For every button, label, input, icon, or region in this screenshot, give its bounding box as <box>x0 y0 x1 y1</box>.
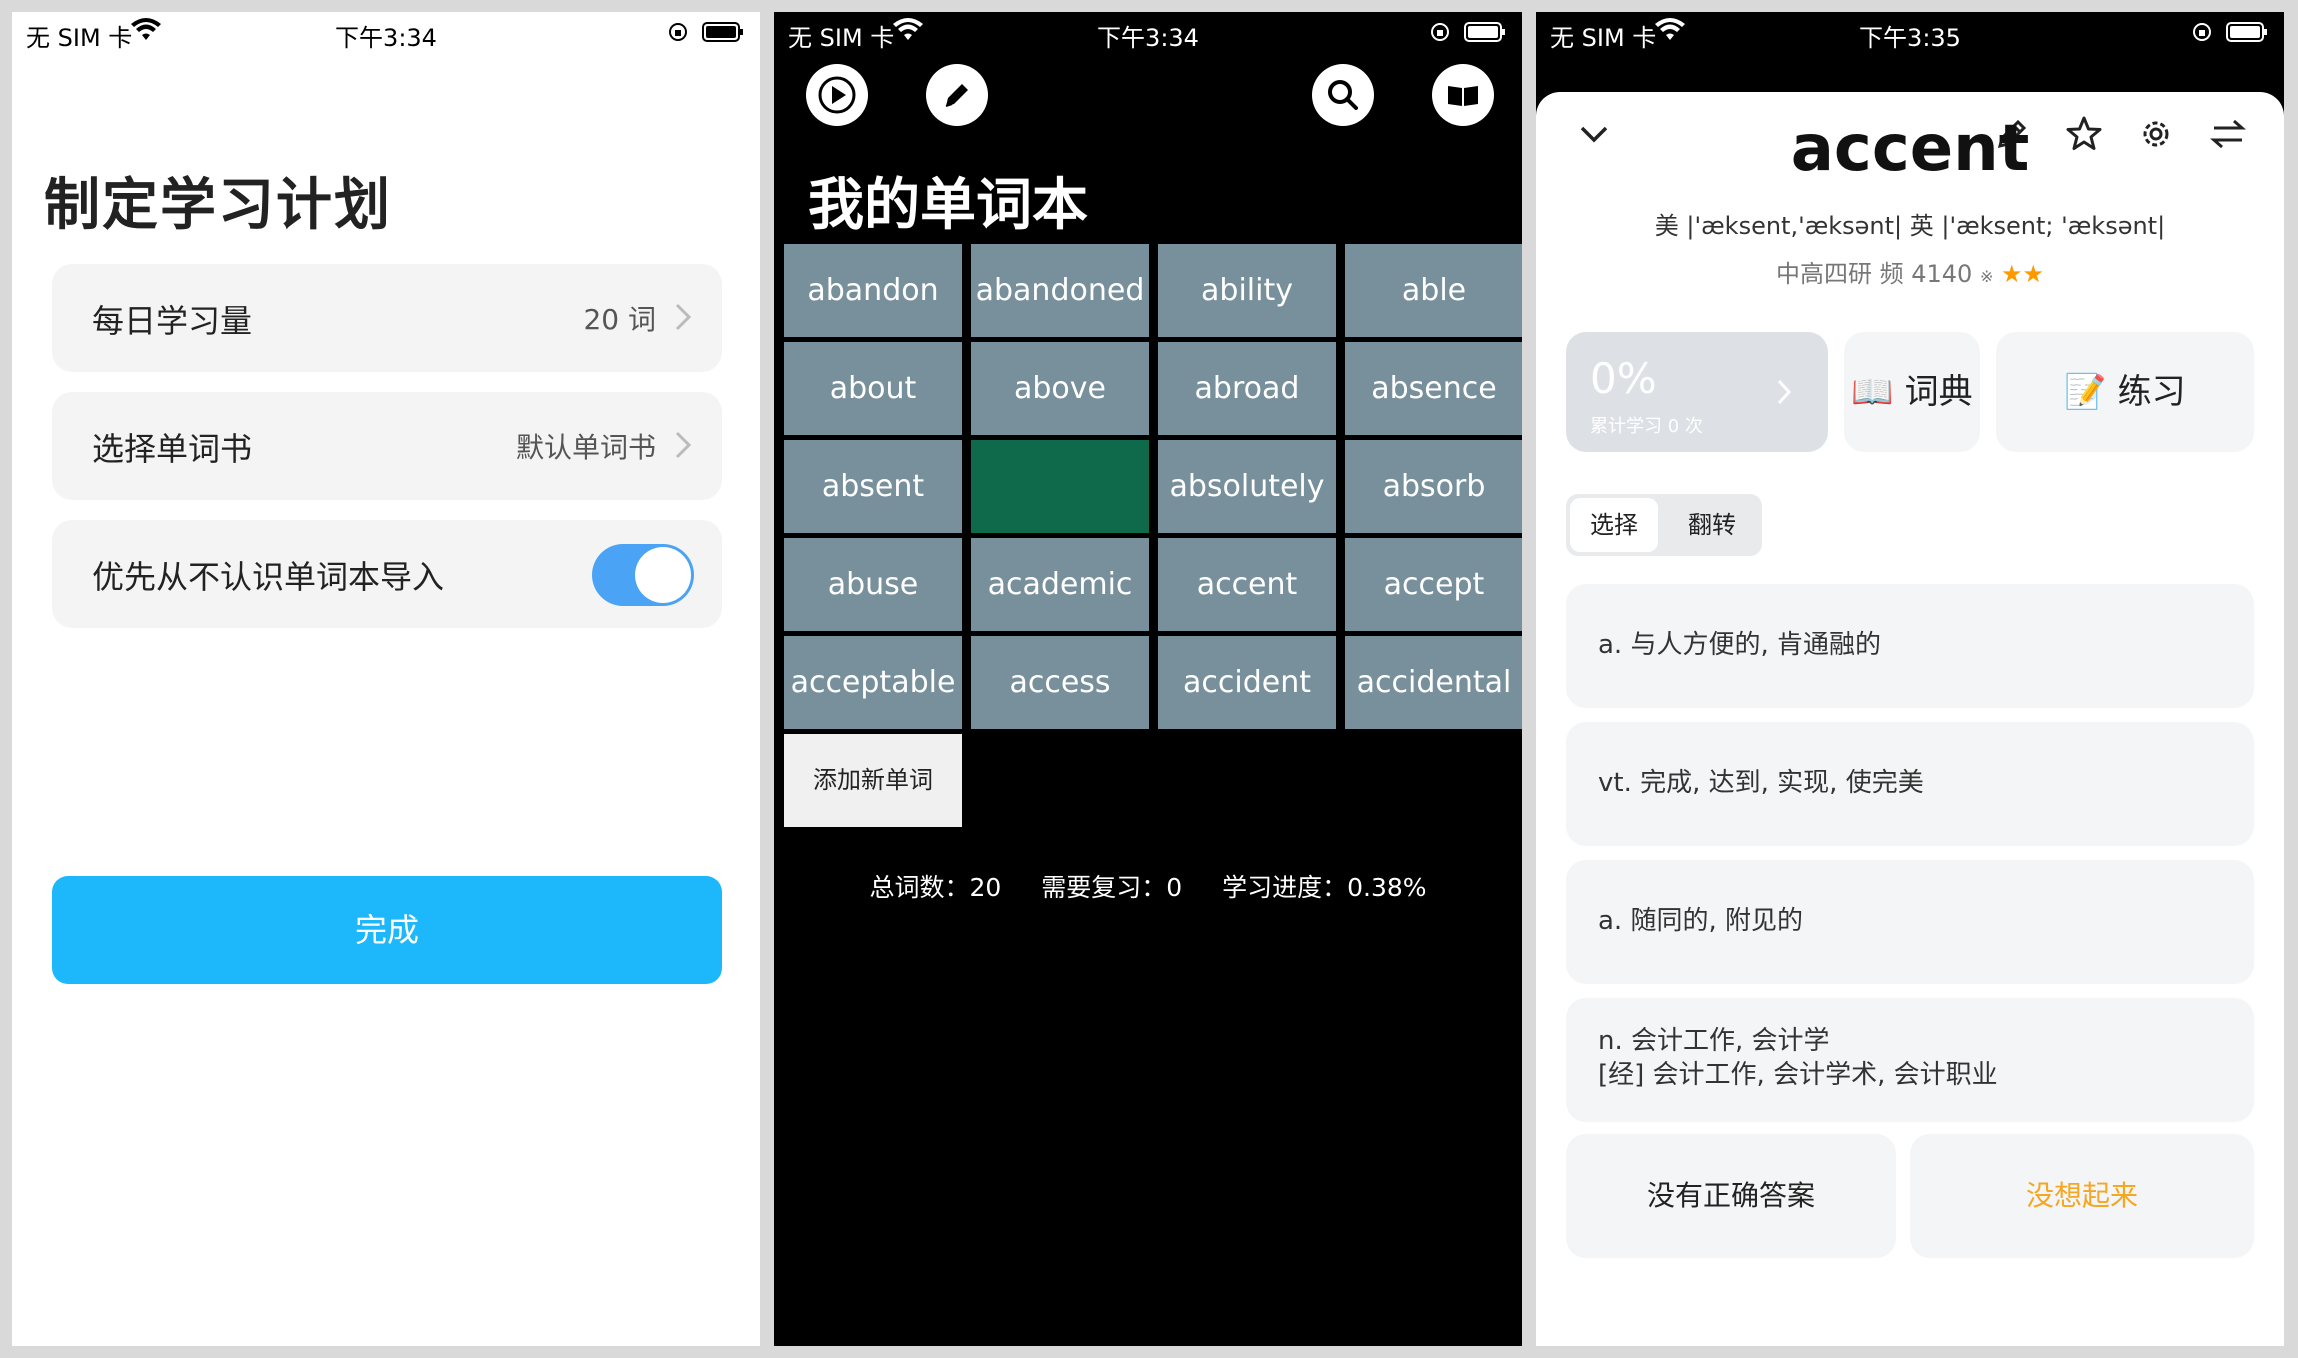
wordbook-screen: 无 SIM 卡 下午3:34 我的单词本 abandon abandoned abi… <box>774 12 1522 1346</box>
import-unknown-label: 优先从不认识单词本导入 <box>92 558 445 596</box>
definition-option[interactable]: a. 与人方便的, 肯通融的 <box>1566 584 2254 708</box>
play-button[interactable] <box>806 64 868 126</box>
tab-choose[interactable]: 选择 <box>1570 498 1658 552</box>
orientation-lock-icon <box>2193 23 2211 41</box>
frequency-stars: ★★ <box>2001 260 2045 288</box>
done-button[interactable]: 完成 <box>52 876 722 984</box>
tag-mark: ※ <box>1979 267 1994 286</box>
chevron-right-icon <box>675 431 692 459</box>
status-bar: 无 SIM 卡 下午3:34 <box>12 12 760 54</box>
status-bar: 无 SIM 卡 下午3:34 <box>774 12 1522 54</box>
word-tile[interactable]: access <box>971 636 1149 729</box>
word-tile[interactable]: abuse <box>784 538 962 631</box>
word-tile[interactable]: accident <box>1158 636 1336 729</box>
edit-button[interactable] <box>926 64 988 126</box>
import-unknown-row: 优先从不认识单词本导入 <box>52 520 722 628</box>
word-detail-screen: 无 SIM 卡 下午3:35 accent 美 |'æksent,'æksənt… <box>1536 12 2284 1346</box>
word-tile[interactable]: absent <box>784 440 962 533</box>
word-tile[interactable]: ability <box>1158 244 1336 337</box>
chevron-right-icon <box>1777 379 1792 405</box>
learning-progress: 学习进度：0.38% <box>1222 873 1427 902</box>
no-correct-answer-button[interactable]: 没有正确答案 <box>1566 1134 1896 1258</box>
status-bar: 无 SIM 卡 下午3:35 <box>1536 12 2284 54</box>
word-tile[interactable]: abroad <box>1158 342 1336 435</box>
word-tile[interactable] <box>971 440 1149 533</box>
phonetic: 美 |'æksent,'æksənt| 英 |'æksent; 'æksənt| <box>1654 212 2166 240</box>
plan-screen: 无 SIM 卡 下午3:34 制定学习计划 每日学习量 20 词 选择单词书 默… <box>12 12 760 1346</box>
definition-text: [经] 会计工作, 会计学术, 会计职业 <box>1598 1060 1998 1090</box>
battery-icon <box>702 22 743 42</box>
word-meta: 中高四研 频 4140 ※ ★★ <box>1536 254 2284 289</box>
word-headword: accent <box>1790 112 2030 186</box>
word-tile[interactable]: accidental <box>1345 636 1522 729</box>
book-button[interactable] <box>1432 64 1494 126</box>
battery-icon <box>1464 22 1505 42</box>
toggle-knob <box>635 547 691 603</box>
import-unknown-toggle[interactable] <box>592 544 694 606</box>
status-time: 下午3:35 <box>1859 24 1961 52</box>
page-title: 制定学习计划 <box>44 173 392 238</box>
status-time: 下午3:34 <box>1097 24 1199 52</box>
word-tile[interactable]: abandon <box>784 244 962 337</box>
daily-amount-row[interactable]: 每日学习量 20 词 <box>52 264 722 372</box>
word-tile[interactable]: accept <box>1345 538 1522 631</box>
play-icon <box>818 76 856 114</box>
total-words: 总词数：20 <box>869 873 1002 902</box>
definition-text: a. 随同的, 附见的 <box>1598 906 1803 936</box>
word-tile[interactable]: absolutely <box>1158 440 1336 533</box>
definition-option[interactable]: n. 会计工作, 会计学 [经] 会计工作, 会计学术, 会计职业 <box>1566 998 2254 1122</box>
wordbook-select-value: 默认单词书 <box>515 431 656 464</box>
definition-option[interactable]: vt. 完成, 达到, 实现, 使完美 <box>1566 722 2254 846</box>
daily-amount-label: 每日学习量 <box>92 302 253 340</box>
review-count: 需要复习：0 <box>1041 873 1183 902</box>
tab-flip[interactable]: 翻转 <box>1666 498 1758 552</box>
add-word-button[interactable]: 添加新单词 <box>784 734 962 827</box>
word-tile[interactable]: able <box>1345 244 1522 337</box>
word-tile[interactable]: academic <box>971 538 1149 631</box>
definition-option[interactable]: a. 随同的, 附见的 <box>1566 860 2254 984</box>
progress-subtitle: 累计学习 0 次 <box>1590 416 1703 437</box>
forgot-button[interactable]: 没想起来 <box>1910 1134 2254 1258</box>
chevron-right-icon <box>675 303 692 331</box>
word-tile[interactable]: accent <box>1158 538 1336 631</box>
definition-text: vt. 完成, 达到, 实现, 使完美 <box>1598 768 1924 798</box>
study-progress-card[interactable]: 0% 累计学习 0 次 <box>1566 332 1828 452</box>
status-time: 下午3:34 <box>335 24 437 52</box>
definition-text: n. 会计工作, 会计学 <box>1598 1026 1830 1056</box>
wordbook-select-label: 选择单词书 <box>92 430 253 468</box>
mode-switch: 选择 翻转 <box>1566 494 1762 556</box>
word-tile[interactable]: absorb <box>1345 440 1522 533</box>
battery-icon <box>2226 22 2267 42</box>
search-icon <box>1328 80 1358 110</box>
word-tile[interactable]: above <box>971 342 1149 435</box>
word-tile[interactable]: absence <box>1345 342 1522 435</box>
word-tile[interactable]: about <box>784 342 962 435</box>
word-tile[interactable]: abandoned <box>971 244 1149 337</box>
orientation-lock-icon <box>1431 23 1449 41</box>
book-icon <box>1448 86 1478 106</box>
page-title: 我的单词本 <box>808 173 1088 238</box>
edit-icon <box>945 84 968 107</box>
stats-bar: 总词数：20 需要复习：0 学习进度：0.38% <box>774 868 1522 904</box>
progress-percent: 0% <box>1590 354 1657 403</box>
level-tags: 中高四研 频 4140 <box>1775 260 1973 288</box>
practice-button[interactable]: 📝 练习 <box>1996 332 2254 452</box>
daily-amount-value: 20 词 <box>583 303 656 336</box>
definition-text: a. 与人方便的, 肯通融的 <box>1598 630 1881 660</box>
dictionary-button[interactable]: 📖 词典 <box>1844 332 1980 452</box>
wordbook-select-row[interactable]: 选择单词书 默认单词书 <box>52 392 722 500</box>
orientation-lock-icon <box>669 23 687 41</box>
word-tile[interactable]: acceptable <box>784 636 962 729</box>
search-button[interactable] <box>1312 64 1374 126</box>
